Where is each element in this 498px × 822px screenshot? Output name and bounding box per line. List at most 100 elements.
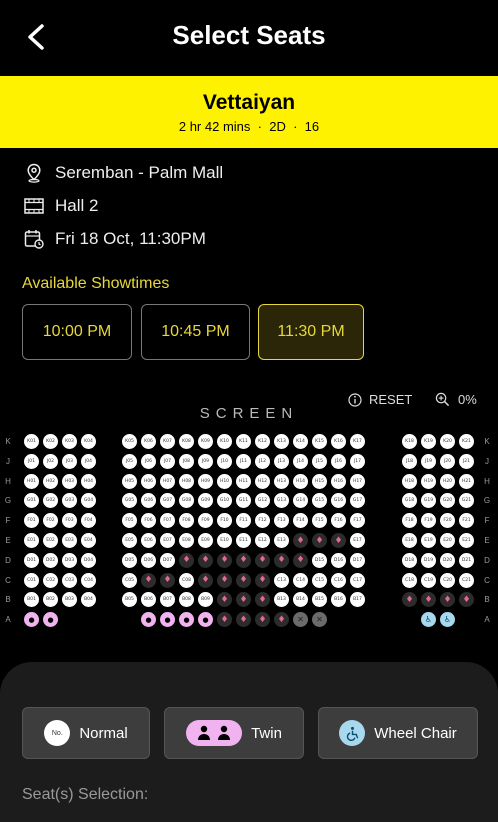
seat-B16[interactable]: B16 — [331, 592, 346, 608]
seat-F16[interactable]: F16 — [331, 513, 346, 529]
seat-G06[interactable]: G06 — [141, 493, 156, 509]
seat-K03[interactable]: K03 — [62, 434, 77, 449]
seat-H14[interactable]: H14 — [293, 473, 308, 489]
seat-G01[interactable]: G01 — [24, 493, 39, 509]
seat-C20[interactable]: C20 — [440, 572, 455, 588]
seat-J14[interactable]: J14 — [293, 453, 308, 469]
seat-C03[interactable]: C03 — [62, 572, 77, 588]
seat-F05[interactable]: F05 — [122, 513, 137, 529]
seat-B14[interactable]: B14 — [293, 592, 308, 608]
seat-D01[interactable]: D01 — [24, 552, 39, 568]
seat-J19[interactable]: J19 — [421, 453, 436, 469]
seat-G09[interactable]: G09 — [198, 493, 213, 509]
seat-B04[interactable]: B04 — [81, 592, 96, 608]
seat-H08[interactable]: H08 — [179, 473, 194, 489]
seat-J15[interactable]: J15 — [312, 453, 327, 469]
seat-J18[interactable]: J18 — [402, 453, 417, 469]
seat-G19[interactable]: G19 — [421, 493, 436, 509]
seat-B09[interactable]: B09 — [198, 592, 213, 608]
seat-K13[interactable]: K13 — [274, 434, 289, 449]
seat-J02[interactable]: J02 — [43, 453, 58, 469]
twin-seat[interactable]: ● — [179, 612, 194, 628]
seat-D02[interactable]: D02 — [43, 552, 58, 568]
seat-C15[interactable]: C15 — [312, 572, 327, 588]
seat-J17[interactable]: J17 — [350, 453, 365, 469]
seat-K16[interactable]: K16 — [331, 434, 346, 449]
seat-E21[interactable]: E21 — [459, 533, 474, 548]
seat-G07[interactable]: G07 — [160, 493, 175, 509]
seat-F14[interactable]: F14 — [293, 513, 308, 529]
seat-J04[interactable]: J04 — [81, 453, 96, 469]
seat-C08[interactable]: C08 — [179, 572, 194, 588]
seat-G17[interactable]: G17 — [350, 493, 365, 509]
seat-E02[interactable]: E02 — [43, 533, 58, 548]
seat-F21[interactable]: F21 — [459, 513, 474, 529]
seat-G02[interactable]: G02 — [43, 493, 58, 509]
twin-seat[interactable]: ● — [43, 612, 58, 628]
seat-H03[interactable]: H03 — [62, 473, 77, 489]
seat-E03[interactable]: E03 — [62, 533, 77, 548]
showtime-button-1130pm-selected[interactable]: 11:30 PM — [258, 304, 364, 360]
seat-C17[interactable]: C17 — [350, 572, 365, 588]
seat-K09[interactable]: K09 — [198, 434, 213, 449]
seat-H01[interactable]: H01 — [24, 473, 39, 489]
seat-K19[interactable]: K19 — [421, 434, 436, 449]
seat-G04[interactable]: G04 — [81, 493, 96, 509]
seat-B01[interactable]: B01 — [24, 592, 39, 608]
seat-C05[interactable]: C05 — [122, 572, 137, 588]
seat-C16[interactable]: C16 — [331, 572, 346, 588]
seat-C21[interactable]: C21 — [459, 572, 474, 588]
seat-D19[interactable]: D19 — [421, 552, 436, 568]
seat-C04[interactable]: C04 — [81, 572, 96, 588]
seat-D17[interactable]: D17 — [350, 552, 365, 568]
seat-H06[interactable]: H06 — [141, 473, 156, 489]
seat-D07[interactable]: D07 — [160, 552, 175, 568]
seat-E01[interactable]: E01 — [24, 533, 39, 548]
seat-J01[interactable]: J01 — [24, 453, 39, 469]
seat-F20[interactable]: F20 — [440, 513, 455, 529]
seat-G03[interactable]: G03 — [62, 493, 77, 509]
seat-E09[interactable]: E09 — [198, 533, 213, 548]
seat-K14[interactable]: K14 — [293, 434, 308, 449]
seat-E10[interactable]: E10 — [217, 533, 232, 548]
seat-E18[interactable]: E18 — [402, 533, 417, 548]
seat-J12[interactable]: J12 — [255, 453, 270, 469]
seat-B17[interactable]: B17 — [350, 592, 365, 608]
seat-D18[interactable]: D18 — [402, 552, 417, 568]
seat-J20[interactable]: J20 — [440, 453, 455, 469]
seat-K20[interactable]: K20 — [440, 434, 455, 449]
seat-G12[interactable]: G12 — [255, 493, 270, 509]
seat-G18[interactable]: G18 — [402, 493, 417, 509]
seat-E08[interactable]: E08 — [179, 533, 194, 548]
seat-J13[interactable]: J13 — [274, 453, 289, 469]
seat-K05[interactable]: K05 — [122, 434, 137, 449]
seat-G14[interactable]: G14 — [293, 493, 308, 509]
seat-C18[interactable]: C18 — [402, 572, 417, 588]
seat-F07[interactable]: F07 — [160, 513, 175, 529]
seat-B13[interactable]: B13 — [274, 592, 289, 608]
seat-H02[interactable]: H02 — [43, 473, 58, 489]
seat-H15[interactable]: H15 — [312, 473, 327, 489]
seat-K10[interactable]: K10 — [217, 434, 232, 449]
seat-G13[interactable]: G13 — [274, 493, 289, 509]
seat-K02[interactable]: K02 — [43, 434, 58, 449]
seat-F11[interactable]: F11 — [236, 513, 251, 529]
seat-E19[interactable]: E19 — [421, 533, 436, 548]
twin-seat[interactable]: ● — [24, 612, 39, 628]
seat-E04[interactable]: E04 — [81, 533, 96, 548]
seat-B05[interactable]: B05 — [122, 592, 137, 608]
seat-F01[interactable]: F01 — [24, 513, 39, 529]
seat-H21[interactable]: H21 — [459, 473, 474, 489]
seat-C01[interactable]: C01 — [24, 572, 39, 588]
seat-H18[interactable]: H18 — [402, 473, 417, 489]
seat-E17[interactable]: E17 — [350, 533, 365, 548]
seat-K07[interactable]: K07 — [160, 434, 175, 449]
twin-seat[interactable]: ● — [141, 612, 156, 628]
wheelchair-seat[interactable]: ♿ — [421, 612, 436, 628]
seat-G16[interactable]: G16 — [331, 493, 346, 509]
seat-D04[interactable]: D04 — [81, 552, 96, 568]
seat-K01[interactable]: K01 — [24, 434, 39, 449]
seat-G20[interactable]: G20 — [440, 493, 455, 509]
seat-H05[interactable]: H05 — [122, 473, 137, 489]
showtime-button-1045pm[interactable]: 10:45 PM — [141, 304, 250, 360]
